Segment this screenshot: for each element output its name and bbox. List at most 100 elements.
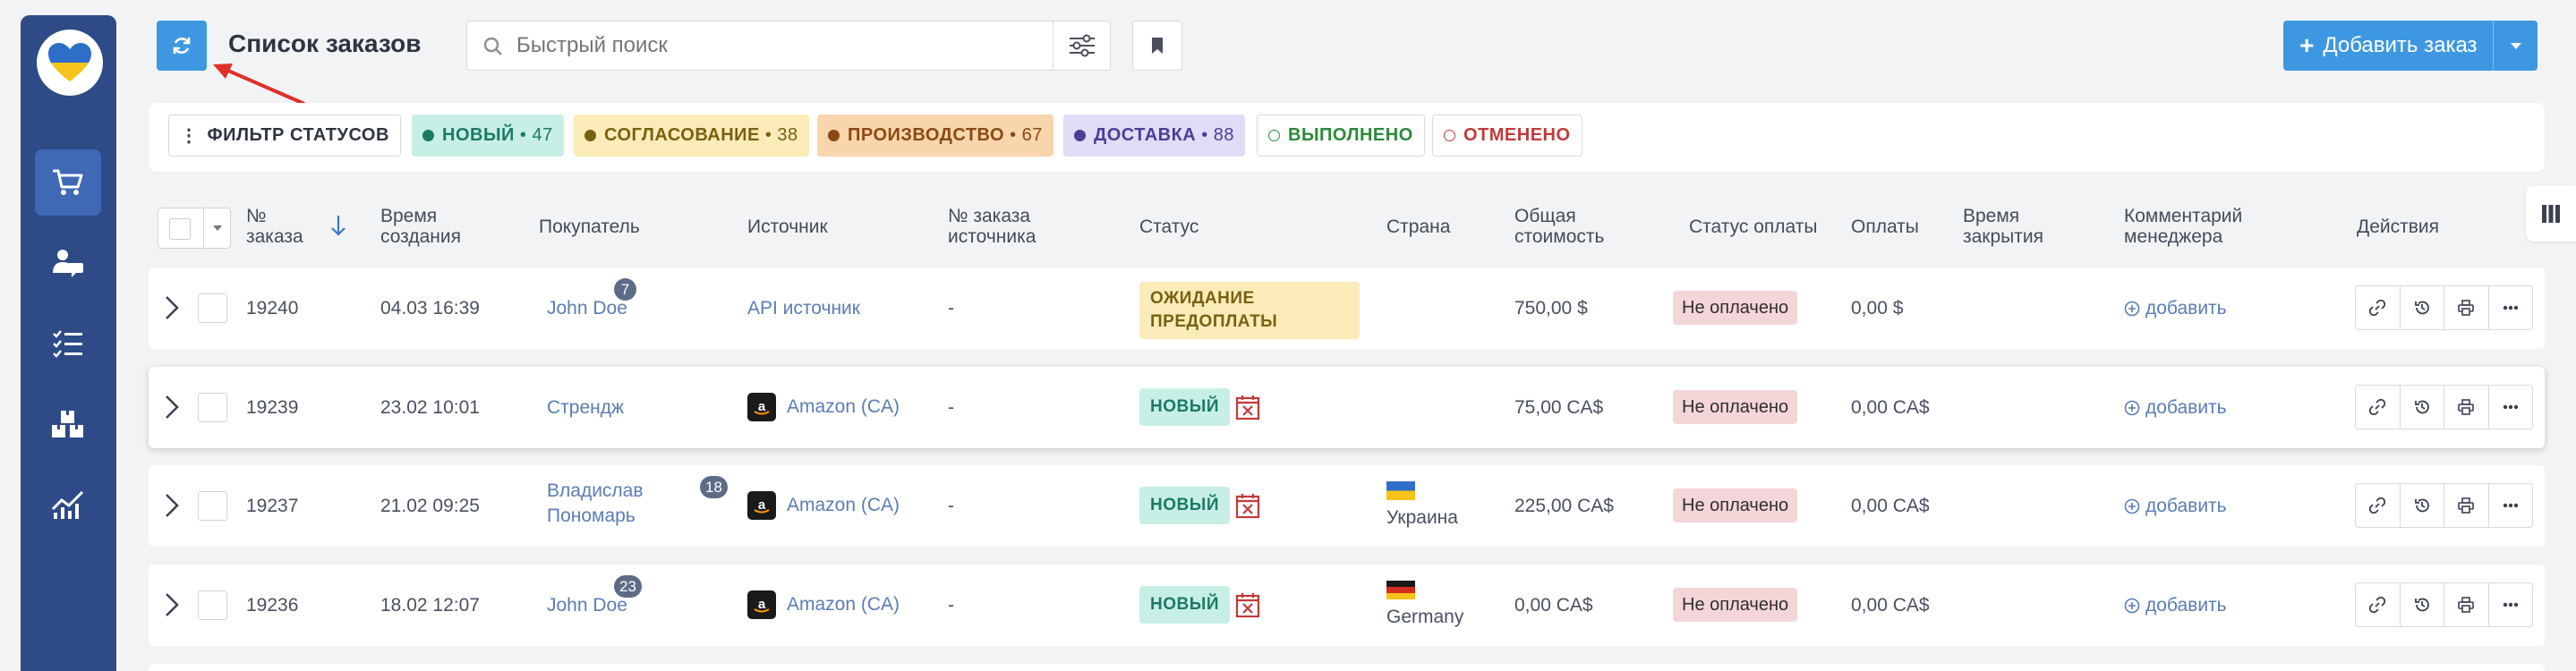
logo[interactable] <box>37 30 103 96</box>
chevron-right-icon[interactable] <box>165 395 179 420</box>
row-checkbox[interactable] <box>198 590 227 620</box>
row-checkbox[interactable] <box>198 393 227 422</box>
order-number[interactable]: 19237 <box>246 496 298 517</box>
copy-link-button[interactable] <box>2356 386 2401 429</box>
status-badge[interactable]: НОВЫЙ <box>1139 586 1230 624</box>
status-chip-done[interactable]: ВЫПОЛНЕНО <box>1257 115 1425 157</box>
row-checkbox[interactable] <box>198 293 227 323</box>
status-chip-approval[interactable]: СОГЛАСОВАНИЕ • 38 <box>574 115 809 157</box>
select-all-checkbox[interactable] <box>158 208 231 249</box>
print-button[interactable] <box>2444 286 2489 329</box>
copy-link-button[interactable] <box>2356 484 2401 527</box>
more-actions-button[interactable] <box>2489 484 2533 527</box>
sidebar-item-warehouse[interactable] <box>35 391 101 457</box>
th-country[interactable]: Страна <box>1386 217 1450 237</box>
plus-icon: + <box>2299 31 2315 59</box>
search-input[interactable] <box>516 22 1053 69</box>
add-order-dropdown[interactable] <box>2493 21 2538 71</box>
history-button[interactable] <box>2401 286 2444 329</box>
order-number[interactable]: 19240 <box>246 298 298 319</box>
status-badge[interactable]: ОЖИДАНИЕ ПРЕДОПЛАТЫ <box>1139 282 1360 339</box>
more-actions-button[interactable] <box>2489 386 2533 429</box>
more-actions-button[interactable] <box>2489 286 2533 329</box>
buyer-link[interactable]: John Doe <box>547 298 627 319</box>
status-chip-production[interactable]: ПРОИЗВОДСТВО • 67 <box>817 115 1053 157</box>
table-row[interactable]: 19237 21.02 09:25 Владислав Пономарь 18 a Ama… <box>149 465 2545 547</box>
heart-logo-icon <box>48 43 91 81</box>
th-total[interactable]: Общая стоимость <box>1514 206 1613 247</box>
sort-down-icon[interactable] <box>331 215 345 236</box>
bookmark-button[interactable] <box>1132 21 1182 71</box>
status-chip-new[interactable]: НОВЫЙ • 47 <box>412 115 564 157</box>
refresh-button[interactable] <box>157 21 207 71</box>
print-button[interactable] <box>2444 583 2489 626</box>
source-link[interactable]: Amazon (CA) <box>787 594 900 616</box>
th-buyer[interactable]: Покупатель <box>539 217 640 237</box>
print-button[interactable] <box>2444 484 2489 527</box>
plus-circle-icon <box>2124 598 2140 614</box>
chevron-right-icon[interactable] <box>165 493 179 518</box>
row-checkbox[interactable] <box>198 491 227 521</box>
source-link[interactable]: Amazon (CA) <box>787 396 900 418</box>
checkbox-box[interactable] <box>169 218 191 240</box>
more-actions-button[interactable] <box>2489 583 2533 626</box>
add-comment-link[interactable]: добавить <box>2124 298 2227 319</box>
sidebar-item-analytics[interactable] <box>35 471 101 538</box>
copy-link-button[interactable] <box>2356 583 2401 626</box>
buyer-link[interactable]: Стрендж <box>547 397 624 419</box>
add-comment-label: добавить <box>2145 496 2227 516</box>
calendar-cancel-icon[interactable] <box>1235 591 1260 618</box>
th-payments[interactable]: Оплаты <box>1851 217 1919 237</box>
th-comment[interactable]: Комментарий менеджера <box>2124 206 2267 247</box>
th-source[interactable]: Источник <box>747 217 828 237</box>
th-status[interactable]: Статус <box>1139 217 1198 237</box>
th-created[interactable]: Время создания <box>380 206 479 247</box>
th-order-no[interactable]: № заказа <box>246 206 309 247</box>
history-button[interactable] <box>2401 386 2444 429</box>
chevron-right-icon[interactable] <box>165 592 179 617</box>
chip-label: ПРОИЗВОДСТВО <box>848 125 1005 145</box>
sidebar-item-orders[interactable] <box>35 149 101 216</box>
sidebar <box>21 15 116 671</box>
buyer-link[interactable]: Владислав Пономарь <box>547 479 663 529</box>
add-order-button[interactable]: + Добавить заказ <box>2283 21 2538 71</box>
table-row[interactable]: 19240 04.03 16:39 John Doe 7 API источник - ОЖ… <box>149 268 2545 349</box>
th-closed[interactable]: Время закрытия <box>1963 206 2052 247</box>
source-link[interactable]: Amazon (CA) <box>787 495 900 516</box>
sidebar-item-customers[interactable] <box>35 230 101 296</box>
copy-link-button[interactable] <box>2356 286 2401 329</box>
source-link[interactable]: API источник <box>747 298 860 319</box>
history-button[interactable] <box>2401 583 2444 626</box>
status-badge[interactable]: НОВЫЙ <box>1139 388 1230 426</box>
status-chip-cancelled[interactable]: ОТМЕНЕНО <box>1432 115 1582 157</box>
history-button[interactable] <box>2401 484 2444 527</box>
columns-toggle-button[interactable] <box>2526 186 2576 242</box>
calendar-cancel-icon[interactable] <box>1235 394 1260 420</box>
buyer-link[interactable]: John Doe <box>547 595 627 616</box>
payments-amount: 0,00 CA$ <box>1851 595 1930 616</box>
sidebar-item-tasks[interactable] <box>35 310 101 377</box>
add-comment-link[interactable]: добавить <box>2124 496 2227 517</box>
table-row[interactable]: 19239 23.02 10:01 Стрендж a Amazon (CA) - НОВЫ… <box>149 367 2545 448</box>
th-source-order[interactable]: № заказа источника <box>948 206 1073 247</box>
more-vertical-icon: ⋮ <box>180 126 199 146</box>
status-dot-icon <box>1074 130 1086 141</box>
filter-settings-button[interactable] <box>1053 21 1110 70</box>
payment-status-badge: Не оплачено <box>1673 588 1798 622</box>
add-comment-link[interactable]: добавить <box>2124 595 2227 616</box>
add-order-main[interactable]: + Добавить заказ <box>2283 21 2493 71</box>
add-comment-link[interactable]: добавить <box>2124 397 2227 419</box>
row-actions <box>2355 582 2533 627</box>
status-chip-delivery[interactable]: ДОСТАВКА • 88 <box>1063 115 1246 157</box>
status-badge[interactable]: НОВЫЙ <box>1139 487 1230 524</box>
table-row[interactable]: 19236 18.02 12:07 John Doe 23 a Amazon (CA) - Н… <box>149 565 2545 646</box>
order-number[interactable]: 19236 <box>246 595 298 616</box>
order-number[interactable]: 19239 <box>246 397 298 419</box>
select-options-dropdown[interactable] <box>203 208 231 248</box>
chevron-right-icon[interactable] <box>165 295 179 320</box>
calendar-cancel-icon[interactable] <box>1235 492 1260 519</box>
source: a Amazon (CA) <box>747 491 900 520</box>
th-pay-status[interactable]: Статус оплаты <box>1689 217 1817 237</box>
status-filter-button[interactable]: ⋮ ФИЛЬТР СТАТУСОВ <box>168 115 401 157</box>
print-button[interactable] <box>2444 386 2489 429</box>
